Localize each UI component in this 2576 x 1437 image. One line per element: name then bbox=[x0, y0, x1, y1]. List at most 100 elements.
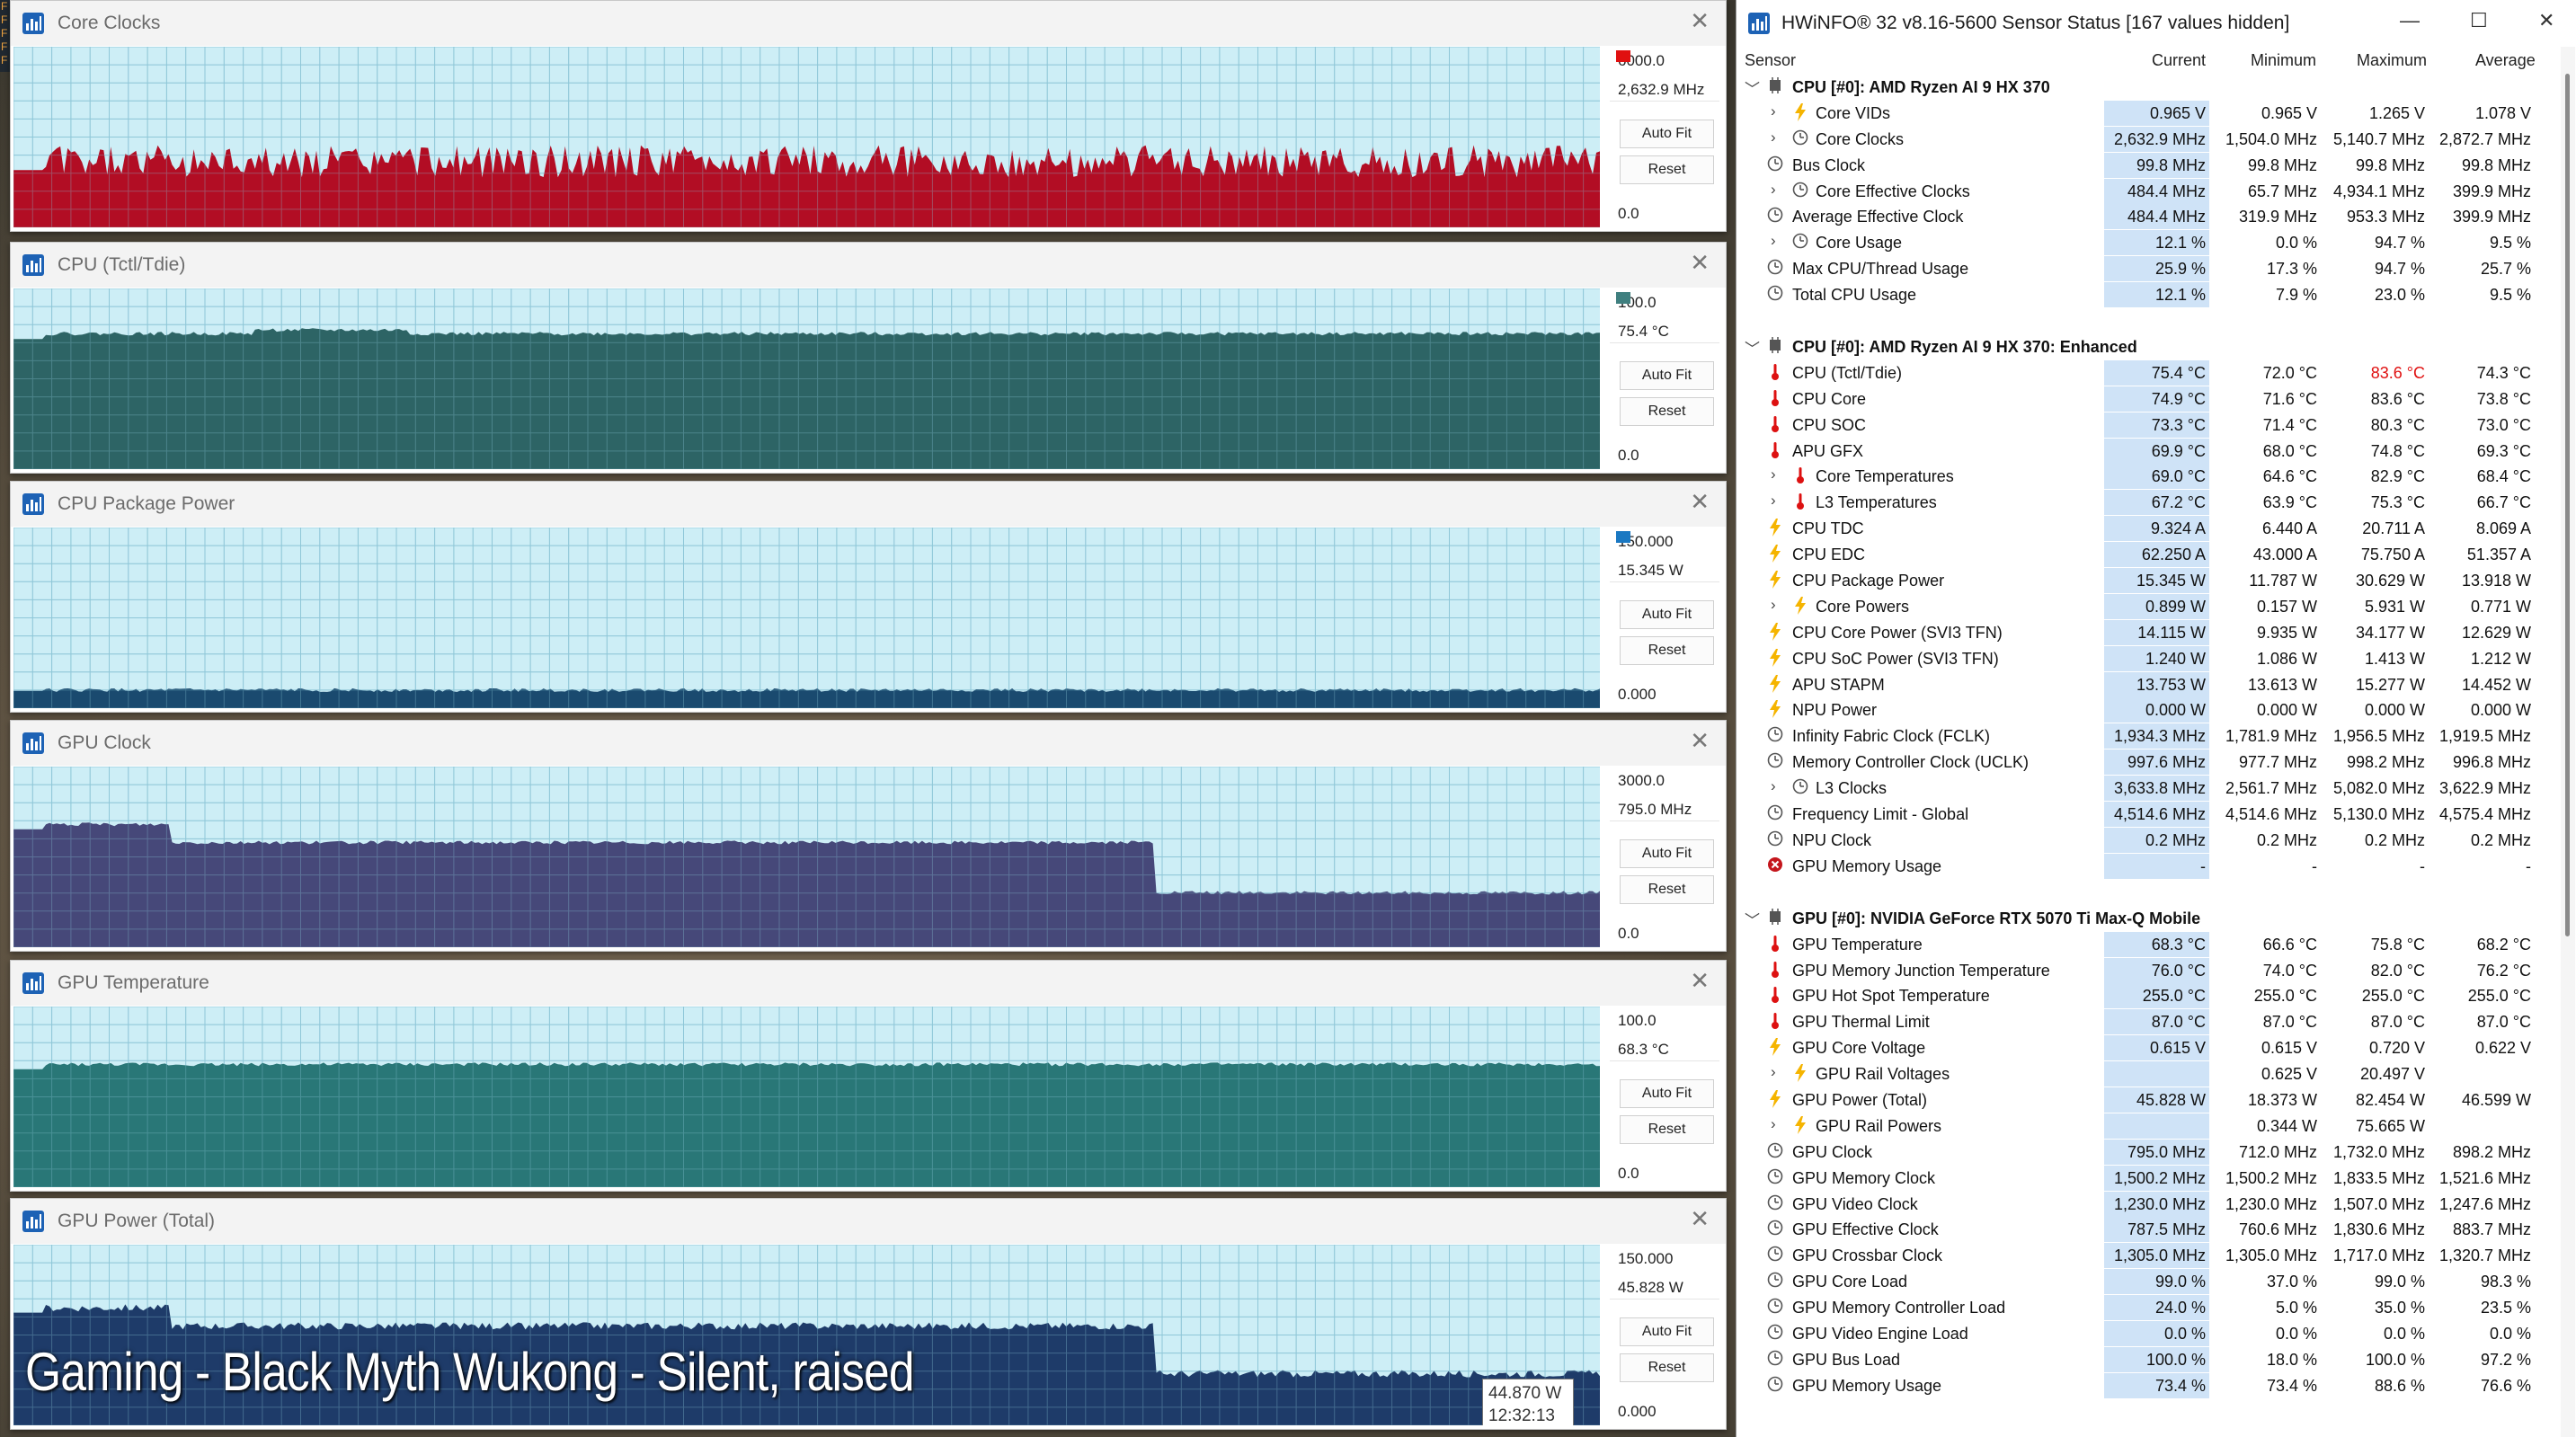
sensor-row[interactable]: GPU Clock 795.0 MHz 712.0 MHz 1,732.0 MHz 89… bbox=[1737, 1139, 2563, 1166]
column-header-maximum[interactable]: Maximum bbox=[2357, 51, 2427, 70]
chevron-down-icon[interactable]: ﹀ bbox=[1745, 908, 1760, 930]
sensor-row[interactable]: NPU Power 0.000 W 0.000 W 0.000 W 0.000 W bbox=[1737, 697, 2563, 723]
sensor-row[interactable]: GPU Video Clock 1,230.0 MHz 1,230.0 MHz 1,5… bbox=[1737, 1191, 2563, 1218]
sensor-group-header[interactable]: ﹀ CPU [#0]: AMD Ryzen AI 9 HX 370 bbox=[1737, 75, 2563, 101]
sensor-row[interactable]: Infinity Fabric Clock (FCLK) 1,934.3 MHz 1… bbox=[1737, 723, 2563, 750]
reset-button[interactable]: Reset bbox=[1620, 397, 1714, 426]
sensor-row[interactable]: Average Effective Clock 484.4 MHz 319.9 MH… bbox=[1737, 204, 2563, 230]
chevron-down-icon[interactable]: ﹀ bbox=[1745, 336, 1760, 359]
color-swatch-icon[interactable] bbox=[1616, 50, 1630, 62]
auto-fit-button[interactable]: Auto Fit bbox=[1620, 361, 1714, 390]
graph-titlebar[interactable]: GPU Temperature ✕ bbox=[11, 961, 1726, 1006]
graph-titlebar[interactable]: CPU Package Power ✕ bbox=[11, 482, 1726, 527]
reset-button[interactable]: Reset bbox=[1620, 875, 1714, 904]
scrollbar-thumb[interactable] bbox=[2565, 74, 2570, 936]
close-icon[interactable]: ✕ bbox=[1690, 1207, 1710, 1230]
sensor-row[interactable]: CPU Core 74.9 °C 71.6 °C 83.6 °C 73.8 °C bbox=[1737, 386, 2563, 412]
sensor-group-header[interactable]: ﹀ GPU [#0]: NVIDIA GeForce RTX 5070 Ti M… bbox=[1737, 906, 2563, 932]
graph-titlebar[interactable]: CPU (Tctl/Tdie) ✕ bbox=[11, 243, 1726, 288]
sensor-row[interactable]: Total CPU Usage 12.1 % 7.9 % 23.0 % 9.5 % bbox=[1737, 282, 2563, 308]
close-icon[interactable]: ✕ bbox=[1690, 490, 1710, 513]
close-icon[interactable]: ✕ bbox=[1690, 969, 1710, 992]
chevron-right-icon[interactable]: › bbox=[1771, 1063, 1776, 1081]
graph-titlebar[interactable]: GPU Clock ✕ bbox=[11, 721, 1726, 766]
graph-titlebar[interactable]: Core Clocks ✕ bbox=[11, 1, 1726, 46]
sensor-row[interactable]: GPU Video Engine Load 0.0 % 0.0 % 0.0 % 0.0 … bbox=[1737, 1320, 2563, 1347]
sensor-row[interactable]: › Core Effective Clocks 484.4 MHz 65.7 MHz 4… bbox=[1737, 178, 2563, 205]
sensor-row[interactable]: Frequency Limit - Global 4,514.6 MHz 4,514… bbox=[1737, 802, 2563, 828]
sensor-row[interactable]: CPU EDC 62.250 A 43.000 A 75.750 A 51.357 A bbox=[1737, 542, 2563, 568]
sensor-row[interactable]: CPU Package Power 15.345 W 11.787 W 30.629 … bbox=[1737, 568, 2563, 594]
sensor-row[interactable]: › L3 Temperatures 67.2 °C 63.9 °C 75.3 °C 66.… bbox=[1737, 490, 2563, 516]
sensor-row[interactable]: GPU Memory Usage - - - - bbox=[1737, 853, 2563, 880]
sensor-row[interactable]: CPU Core Power (SVI3 TFN) 14.115 W 9.935 W… bbox=[1737, 619, 2563, 646]
sensor-row[interactable]: › Core VIDs 0.965 V 0.965 V 1.265 V 1.078 V bbox=[1737, 100, 2563, 127]
chevron-right-icon[interactable]: › bbox=[1771, 596, 1776, 614]
hwinfo-titlebar[interactable]: HWiNFO® 32 v8.16-5600 Sensor Status [167… bbox=[1737, 0, 2576, 47]
auto-fit-button[interactable]: Auto Fit bbox=[1620, 1317, 1714, 1346]
sensor-row[interactable]: NPU Clock 0.2 MHz 0.2 MHz 0.2 MHz 0.2 MHz bbox=[1737, 827, 2563, 854]
sensor-row[interactable]: › GPU Rail Powers 0.344 W 75.665 W bbox=[1737, 1113, 2563, 1140]
reset-button[interactable]: Reset bbox=[1620, 636, 1714, 665]
chevron-right-icon[interactable]: › bbox=[1771, 232, 1776, 250]
sensor-row[interactable]: GPU Hot Spot Temperature 255.0 °C 255.0 °C… bbox=[1737, 983, 2563, 1009]
column-header-sensor[interactable]: Sensor bbox=[1745, 51, 1796, 70]
sensor-row[interactable]: CPU (Tctl/Tdie) 75.4 °C 72.0 °C 83.6 °C 74.3… bbox=[1737, 359, 2563, 386]
chevron-right-icon[interactable]: › bbox=[1771, 1115, 1776, 1133]
auto-fit-button[interactable]: Auto Fit bbox=[1620, 839, 1714, 868]
chevron-right-icon[interactable]: › bbox=[1771, 492, 1776, 510]
sensor-row[interactable]: GPU Memory Controller Load 24.0 % 5.0 % 35.… bbox=[1737, 1295, 2563, 1321]
sensor-row[interactable]: APU GFX 69.9 °C 68.0 °C 74.8 °C 69.3 °C bbox=[1737, 438, 2563, 465]
close-icon[interactable]: ✕ bbox=[2538, 9, 2554, 32]
sensor-row[interactable]: GPU Temperature 68.3 °C 66.6 °C 75.8 °C 68.2… bbox=[1737, 931, 2563, 958]
reset-button[interactable]: Reset bbox=[1620, 155, 1714, 184]
auto-fit-button[interactable]: Auto Fit bbox=[1620, 120, 1714, 148]
sensor-row[interactable]: GPU Crossbar Clock 1,305.0 MHz 1,305.0 MHz… bbox=[1737, 1243, 2563, 1269]
sensor-row[interactable]: APU STAPM 13.753 W 13.613 W 15.277 W 14.452 … bbox=[1737, 671, 2563, 698]
chevron-down-icon[interactable]: ﹀ bbox=[1745, 76, 1760, 99]
chevron-right-icon[interactable]: › bbox=[1771, 129, 1776, 146]
sensor-row[interactable]: › L3 Clocks 3,633.8 MHz 2,561.7 MHz 5,082.0 … bbox=[1737, 776, 2563, 802]
sensor-row[interactable]: GPU Memory Usage 73.4 % 73.4 % 88.6 % 76.6 % bbox=[1737, 1372, 2563, 1399]
reset-button[interactable]: Reset bbox=[1620, 1353, 1714, 1382]
column-header-minimum[interactable]: Minimum bbox=[2251, 51, 2316, 70]
sensor-row[interactable]: CPU TDC 9.324 A 6.440 A 20.711 A 8.069 A bbox=[1737, 516, 2563, 542]
column-header-current[interactable]: Current bbox=[2152, 51, 2206, 70]
auto-fit-button[interactable]: Auto Fit bbox=[1620, 1079, 1714, 1108]
sensor-row[interactable]: Max CPU/Thread Usage 25.9 % 17.3 % 94.7 % 25… bbox=[1737, 256, 2563, 282]
sensor-row[interactable]: GPU Core Voltage 0.615 V 0.615 V 0.720 V 0.6… bbox=[1737, 1035, 2563, 1061]
chevron-right-icon[interactable]: › bbox=[1771, 466, 1776, 483]
chevron-right-icon[interactable]: › bbox=[1771, 777, 1776, 795]
sensor-row[interactable]: Bus Clock 99.8 MHz 99.8 MHz 99.8 MHz 99.8 MH… bbox=[1737, 152, 2563, 179]
reset-button[interactable]: Reset bbox=[1620, 1115, 1714, 1144]
sensor-row[interactable]: GPU Memory Clock 1,500.2 MHz 1,500.2 MHz 1,… bbox=[1737, 1165, 2563, 1192]
graph-titlebar[interactable]: GPU Power (Total) ✕ bbox=[11, 1199, 1726, 1244]
chevron-right-icon[interactable]: › bbox=[1771, 181, 1776, 199]
sensor-row[interactable]: › Core Powers 0.899 W 0.157 W 5.931 W 0.771 W bbox=[1737, 593, 2563, 620]
sensor-group-header[interactable]: ﹀ CPU [#0]: AMD Ryzen AI 9 HX 370: Enhan… bbox=[1737, 334, 2563, 360]
sensor-row[interactable]: GPU Effective Clock 787.5 MHz 760.6 MHz 1,8… bbox=[1737, 1217, 2563, 1243]
sensor-row[interactable]: CPU SOC 73.3 °C 71.4 °C 80.3 °C 73.0 °C bbox=[1737, 412, 2563, 439]
sensor-row[interactable]: › GPU Rail Voltages 0.625 V 20.497 V bbox=[1737, 1061, 2563, 1087]
sensor-row[interactable]: GPU Power (Total) 45.828 W 18.373 W 82.454 … bbox=[1737, 1087, 2563, 1113]
maximize-icon[interactable]: ☐ bbox=[2470, 9, 2488, 32]
sensor-row[interactable]: Memory Controller Clock (UCLK) 997.6 MHz 9… bbox=[1737, 750, 2563, 776]
sensor-row[interactable]: GPU Thermal Limit 87.0 °C 87.0 °C 87.0 °C 87… bbox=[1737, 1009, 2563, 1035]
sensor-row[interactable]: GPU Core Load 99.0 % 37.0 % 99.0 % 98.3 % bbox=[1737, 1269, 2563, 1295]
close-icon[interactable]: ✕ bbox=[1690, 9, 1710, 32]
chevron-right-icon[interactable]: › bbox=[1771, 102, 1776, 120]
color-swatch-icon[interactable] bbox=[1616, 292, 1630, 304]
color-swatch-icon[interactable] bbox=[1616, 531, 1630, 543]
sensor-row[interactable]: › Core Clocks 2,632.9 MHz 1,504.0 MHz 5,140.… bbox=[1737, 126, 2563, 153]
minimize-icon[interactable]: — bbox=[2400, 9, 2420, 32]
sensor-row[interactable]: CPU SoC Power (SVI3 TFN) 1.240 W 1.086 W 1.… bbox=[1737, 645, 2563, 672]
close-icon[interactable]: ✕ bbox=[1690, 251, 1710, 274]
sensor-row[interactable]: › Core Usage 12.1 % 0.0 % 94.7 % 9.5 % bbox=[1737, 230, 2563, 256]
sensor-row[interactable]: › Core Temperatures 69.0 °C 64.6 °C 82.9 °C 6… bbox=[1737, 464, 2563, 490]
column-header-average[interactable]: Average bbox=[2475, 51, 2536, 70]
sensor-row[interactable]: GPU Memory Junction Temperature 76.0 °C 74… bbox=[1737, 957, 2563, 984]
close-icon[interactable]: ✕ bbox=[1690, 729, 1710, 752]
sensor-row[interactable]: GPU Bus Load 100.0 % 18.0 % 100.0 % 97.2 % bbox=[1737, 1346, 2563, 1373]
vertical-scrollbar[interactable] bbox=[2561, 47, 2575, 1437]
auto-fit-button[interactable]: Auto Fit bbox=[1620, 600, 1714, 629]
